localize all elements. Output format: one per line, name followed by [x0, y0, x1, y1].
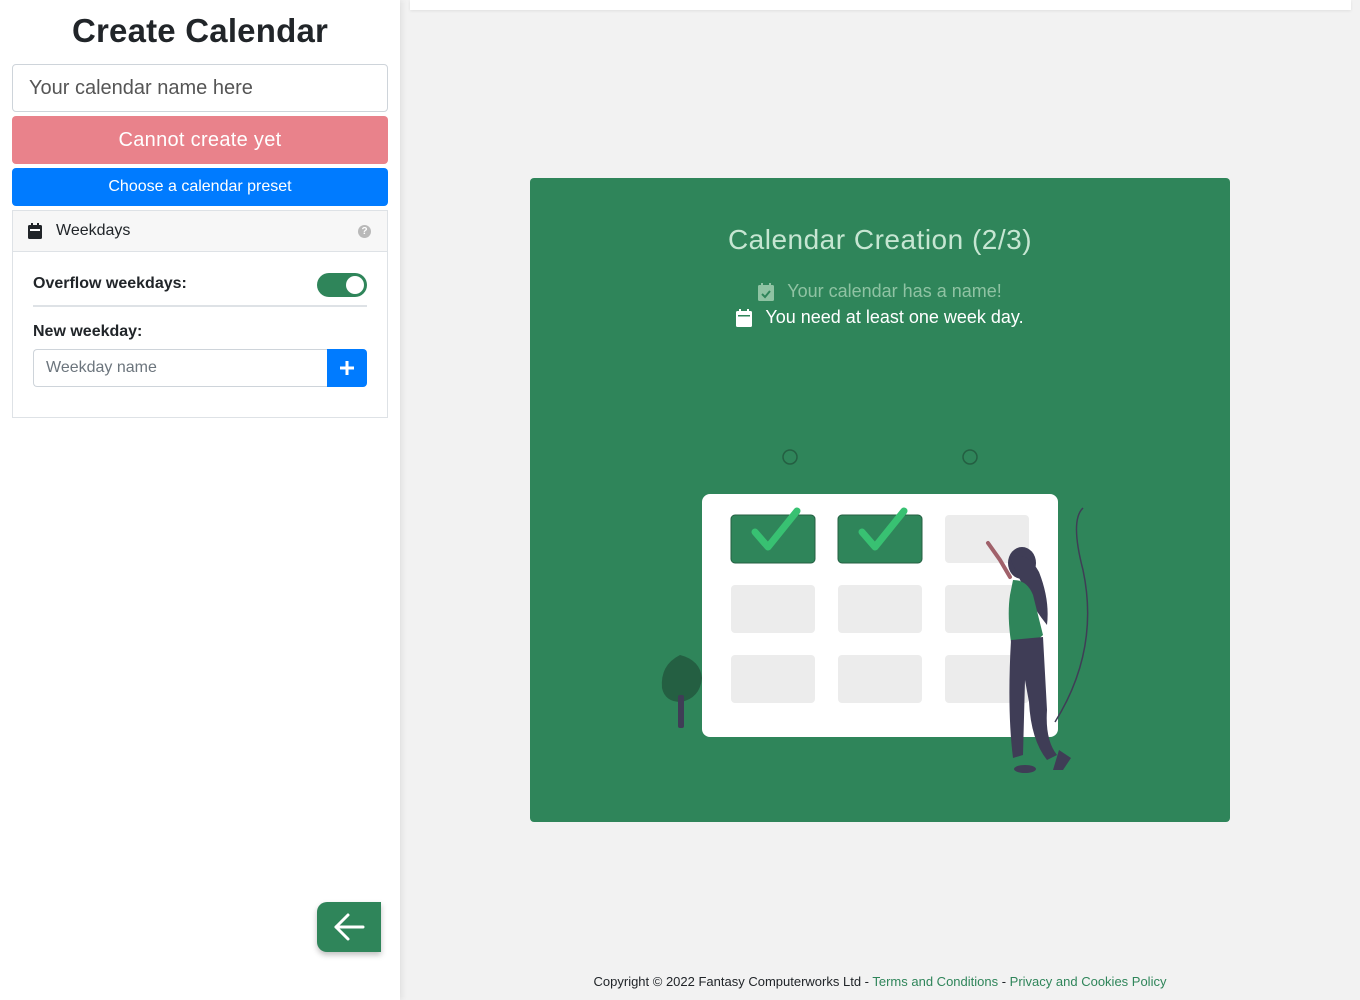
calendar-name-input[interactable] [12, 64, 388, 112]
footer-separator: - [998, 974, 1010, 989]
top-bar [410, 0, 1351, 10]
terms-link[interactable]: Terms and Conditions [872, 974, 998, 989]
page-title: Create Calendar [71, 12, 329, 49]
overflow-weekdays-label: Overflow weekdays: [33, 275, 187, 292]
footer: Copyright © 2022 Fantasy Computerworks L… [400, 974, 1360, 989]
weekday-name-input[interactable] [33, 349, 327, 387]
plus-icon [340, 361, 354, 375]
toggle-knob [346, 276, 364, 294]
copyright-text: Copyright © 2022 Fantasy Computerworks L… [593, 974, 873, 989]
calendar-check-icon [758, 282, 775, 301]
create-calendar-button[interactable]: Cannot create yet [12, 116, 388, 164]
help-icon[interactable]: ? [358, 225, 371, 238]
weekdays-panel-header[interactable]: Weekdays ? [13, 211, 387, 252]
requirement-item: Your calendar has a name! [530, 281, 1230, 302]
calendar-creation-card: Calendar Creation (2/3) Your calendar ha… [530, 178, 1230, 822]
overflow-weekdays-toggle[interactable] [317, 273, 367, 297]
back-button[interactable] [317, 902, 381, 952]
sidebar: Create Calendar Cannot create yet Choose… [0, 0, 400, 1000]
arrow-left-icon [334, 913, 365, 941]
overflow-weekdays-row: Overflow weekdays: [33, 273, 367, 307]
add-weekday-button[interactable] [327, 349, 367, 387]
requirement-item: You need at least one week day. [530, 307, 1230, 328]
weekdays-panel-title: Weekdays [56, 222, 131, 239]
choose-preset-button[interactable]: Choose a calendar preset [12, 168, 388, 206]
privacy-link[interactable]: Privacy and Cookies Policy [1010, 974, 1167, 989]
calendar-illustration [661, 449, 1089, 773]
requirement-text: Your calendar has a name! [787, 281, 1002, 301]
requirement-text: You need at least one week day. [765, 307, 1024, 327]
weekdays-panel: Weekdays ? Overflow weekdays: New weekda… [12, 210, 388, 418]
new-weekday-label: New weekday: [33, 323, 143, 340]
card-title: Calendar Creation (2/3) [727, 224, 1033, 255]
calendar-icon [736, 308, 753, 327]
calendar-icon [28, 223, 42, 239]
